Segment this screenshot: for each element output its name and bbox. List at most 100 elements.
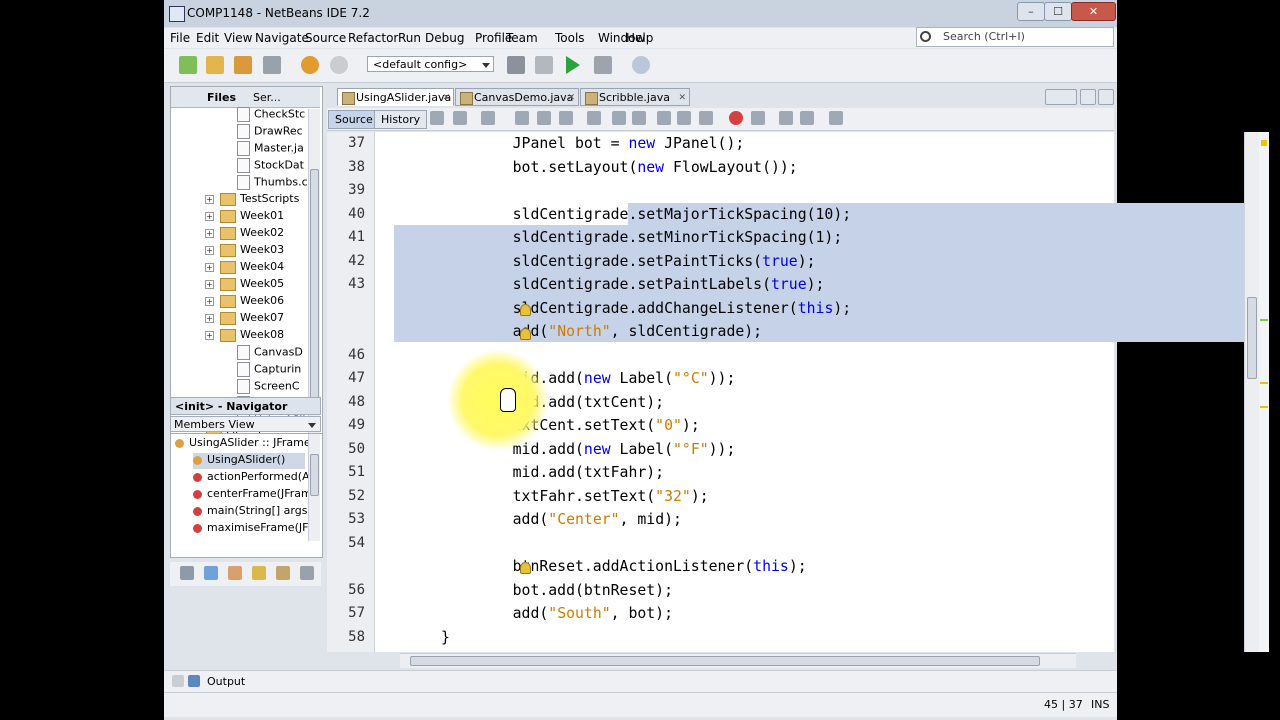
shift-right-icon[interactable]: [699, 111, 713, 125]
tab-scribble[interactable]: Scribble.java ✕: [580, 88, 690, 106]
search-input[interactable]: Search (Ctrl+I): [943, 30, 1025, 43]
tree-item[interactable]: Master.ja: [237, 141, 304, 157]
tree-item[interactable]: + Week02: [205, 226, 284, 242]
tree-item[interactable]: + TestScripts: [205, 192, 299, 208]
config-select[interactable]: <default config>: [367, 56, 494, 72]
warning-mark[interactable]: [1261, 140, 1267, 146]
tree-item[interactable]: + Week08: [205, 328, 284, 344]
forward-icon[interactable]: [453, 111, 467, 125]
menu-navigate[interactable]: Navigate: [255, 31, 309, 45]
navigator-item[interactable]: main(String[] args): [193, 504, 312, 520]
filter-icon[interactable]: [228, 566, 242, 580]
source-button[interactable]: Source: [328, 110, 380, 129]
prev-bookmark-icon[interactable]: [612, 111, 626, 125]
tree-item[interactable]: DrawRec: [237, 124, 303, 140]
tree-item[interactable]: CanvasD: [237, 345, 303, 361]
navigator-item[interactable]: actionPerformed(Act: [193, 470, 320, 486]
next-bookmark-icon[interactable]: [632, 111, 646, 125]
filter-icon[interactable]: [204, 566, 218, 580]
filter-icon[interactable]: [180, 566, 194, 580]
tree-item[interactable]: StockDat: [237, 158, 304, 174]
tree-item[interactable]: CheckStc: [237, 107, 305, 123]
shift-left-icon[interactable]: [677, 111, 691, 125]
expand-icon[interactable]: +: [205, 194, 214, 204]
toggle-bookmark-icon[interactable]: [657, 111, 671, 125]
tree-item[interactable]: + Week03: [205, 243, 284, 259]
tree-item[interactable]: Thumbs.c: [237, 175, 308, 191]
last-edit-icon[interactable]: [481, 111, 495, 125]
tree-scroll-thumb[interactable]: [310, 169, 319, 411]
run-icon[interactable]: [566, 56, 580, 74]
tree-item[interactable]: ScreenC: [237, 379, 300, 395]
editor-scrollbar[interactable]: [1244, 132, 1259, 652]
maximize-editor-icon[interactable]: [1098, 89, 1114, 105]
menu-source[interactable]: Source: [305, 31, 346, 45]
close-icon[interactable]: ✕: [567, 89, 575, 107]
search-box[interactable]: Search (Ctrl+I): [916, 27, 1114, 47]
hint-bulb-icon[interactable]: [520, 328, 531, 340]
menu-refactor[interactable]: Refactor: [348, 31, 398, 45]
expand-icon[interactable]: +: [205, 279, 214, 289]
toggle-highlight-icon[interactable]: [587, 111, 601, 125]
hint-bulb-icon[interactable]: [520, 304, 531, 316]
find-icon[interactable]: [515, 111, 529, 125]
menu-file[interactable]: File: [170, 31, 190, 45]
editor-hscroll-thumb[interactable]: [410, 656, 1040, 666]
tree-item[interactable]: + Week04: [205, 260, 284, 276]
navigator-scroll-thumb[interactable]: [310, 454, 319, 496]
close-button[interactable]: ✕: [1071, 2, 1116, 21]
sort-icon[interactable]: [300, 566, 314, 580]
close-icon[interactable]: ✕: [678, 89, 686, 107]
expand-icon[interactable]: +: [205, 296, 214, 306]
navigator-item[interactable]: UsingASlider :: JFrame :: [175, 436, 318, 452]
tree-item[interactable]: + Week07: [205, 311, 284, 327]
expand-icon[interactable]: +: [205, 313, 214, 323]
menu-run[interactable]: Run: [398, 31, 421, 45]
undo-icon[interactable]: [301, 56, 319, 74]
profile-icon[interactable]: [632, 56, 650, 74]
menu-view[interactable]: View: [224, 31, 252, 45]
navigator-item[interactable]: maximiseFrame(JFra: [193, 521, 319, 537]
menu-edit[interactable]: Edit: [196, 31, 219, 45]
menu-tools[interactable]: Tools: [555, 31, 585, 45]
uncomment-icon[interactable]: [800, 111, 814, 125]
toggle-bookmark-icon[interactable]: [829, 111, 843, 125]
save-all-icon[interactable]: [263, 56, 281, 74]
tab-canvasdemo[interactable]: CanvasDemo.java ✕: [455, 88, 579, 106]
navigator-item[interactable]: centerFrame(JFrame: [193, 487, 318, 503]
open-project-icon[interactable]: [234, 56, 252, 74]
tree-item[interactable]: + Week06: [205, 294, 284, 310]
menu-help[interactable]: Help: [626, 31, 653, 45]
expand-icon[interactable]: +: [205, 245, 214, 255]
back-icon[interactable]: [430, 111, 444, 125]
menu-team[interactable]: Team: [506, 31, 538, 45]
new-project-icon[interactable]: [206, 56, 224, 74]
clean-build-icon[interactable]: [535, 56, 553, 74]
tab-list-icon[interactable]: [1080, 89, 1096, 105]
tree-item[interactable]: Capturin: [237, 362, 301, 378]
expand-icon[interactable]: +: [205, 262, 214, 272]
build-icon[interactable]: [507, 56, 525, 74]
record-macro-icon[interactable]: [729, 111, 743, 125]
stop-macro-icon[interactable]: [751, 111, 765, 125]
warning-mark[interactable]: [1260, 406, 1268, 408]
new-file-icon[interactable]: [179, 56, 197, 74]
expand-icon[interactable]: +: [205, 228, 214, 238]
editor-hscrollbar[interactable]: [400, 653, 1076, 668]
navigator-item[interactable]: UsingASlider(): [193, 453, 305, 469]
comment-icon[interactable]: [779, 111, 793, 125]
tab-usingaslider[interactable]: UsingASlider.java ✕: [337, 88, 454, 106]
find-next-icon[interactable]: [559, 111, 573, 125]
expand-icon[interactable]: +: [205, 211, 214, 221]
expand-icon[interactable]: +: [205, 330, 214, 340]
output-tab[interactable]: Output: [207, 675, 245, 688]
minimize-button[interactable]: –: [1017, 2, 1045, 21]
warning-mark[interactable]: [1260, 382, 1268, 384]
close-icon[interactable]: ✕: [442, 89, 450, 107]
tab-files[interactable]: Files: [207, 91, 236, 104]
history-button[interactable]: History: [374, 110, 428, 129]
maximize-button[interactable]: ☐: [1044, 2, 1072, 21]
change-mark[interactable]: [1260, 319, 1268, 321]
code-editor[interactable]: 37 JPanel bot = new JPanel(); 38 bot.setL…: [327, 132, 1269, 652]
members-view-select[interactable]: Members View: [170, 416, 321, 432]
